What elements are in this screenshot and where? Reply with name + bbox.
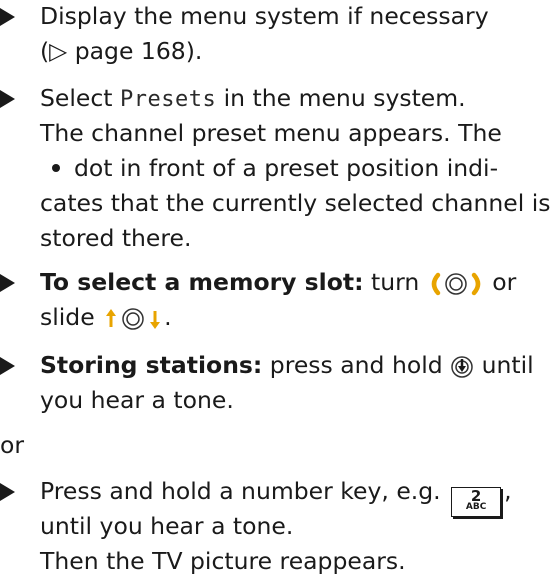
or-separator: or [0, 431, 25, 459]
menu-item-presets: Presets [119, 87, 217, 112]
dot-icon [52, 164, 60, 172]
slide-controller-icon [106, 307, 161, 330]
result-text: cates that the currently selected channe… [40, 189, 551, 217]
instruction-line: you hear a tone. [40, 386, 234, 414]
result-text: The channel preset menu appears. The [40, 119, 502, 147]
page-reference: (▷ page 168). [40, 37, 203, 65]
result-text: dot in front of a preset position indi- [40, 151, 498, 186]
result-text: stored there. [40, 224, 192, 252]
bullet-triangle-icon [0, 8, 15, 26]
instruction-line: until you hear a tone. [40, 512, 294, 540]
bullet-triangle-icon [0, 274, 15, 292]
bullet-triangle-icon [0, 90, 15, 108]
result-text: Then the TV picture reappears. [40, 547, 406, 575]
instruction-line: To select a memory slot: turn or [40, 268, 517, 296]
rotate-controller-icon [431, 272, 480, 295]
instruction-line: Select Presets in the menu system. [40, 84, 466, 112]
instruction-line: slide . [40, 303, 172, 331]
instruction-line: Display the menu system if necessary [40, 2, 489, 30]
bullet-triangle-icon [0, 357, 15, 375]
bullet-triangle-icon [0, 483, 15, 501]
number-key-2: 2 ABC [451, 487, 502, 517]
press-controller-icon [451, 355, 473, 378]
instruction-line: Storing stations: press and hold until [40, 351, 534, 379]
